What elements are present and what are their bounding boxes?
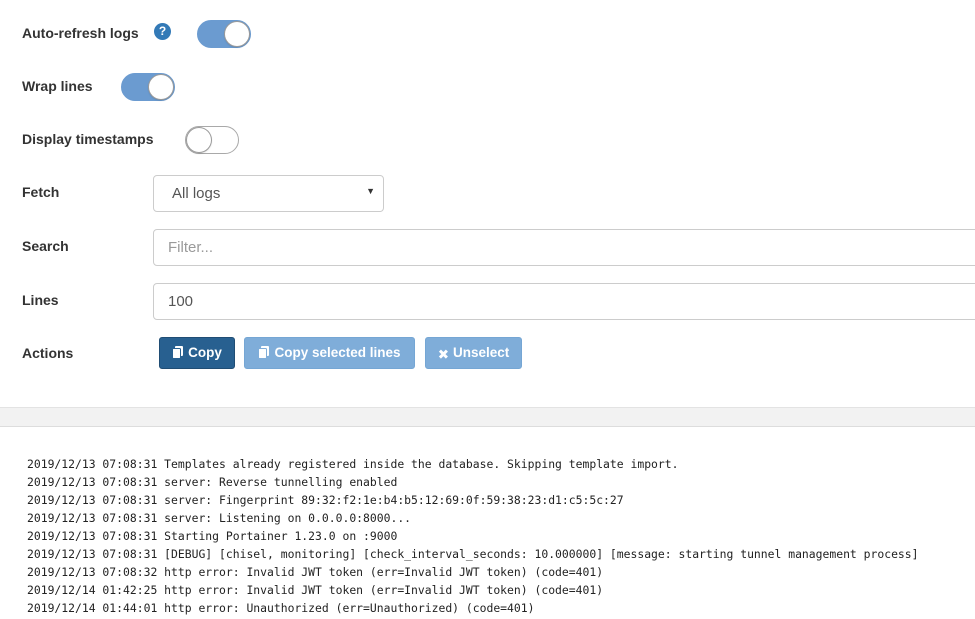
unselect-button-label: Unselect [453,345,510,360]
log-line: 2019/12/13 07:08:32 http error: Invalid … [27,565,604,579]
log-line: 2019/12/14 01:44:01 http error: Unauthor… [27,601,535,615]
copy-selected-lines-label: Copy selected lines [274,345,401,360]
search-label: Search [22,238,69,254]
copy-icon [172,346,184,362]
copy-icon [258,346,270,362]
log-settings-panel: Auto-refresh logs ? Wrap lines Display t… [0,0,975,407]
wrap-lines-label: Wrap lines [22,78,93,94]
log-line: 2019/12/13 07:08:31 server: Reverse tunn… [27,475,398,489]
auto-refresh-toggle[interactable] [197,20,251,48]
toggle-knob [149,75,173,99]
lines-value: 100 [168,293,194,310]
section-divider [0,407,975,427]
fetch-label: Fetch [22,184,60,200]
copy-button[interactable]: Copy [159,337,235,369]
copy-button-label: Copy [188,345,222,360]
close-icon: ✖ [437,347,450,362]
caret-down-icon: ▼ [366,186,375,196]
search-filter-input[interactable]: Filter... [153,229,975,266]
log-line: 2019/12/13 07:08:31 server: Listening on… [27,511,412,525]
log-line: 2019/12/13 07:08:31 Starting Portainer 1… [27,529,398,543]
log-line: 2019/12/13 07:08:31 server: Fingerprint … [27,493,624,507]
actions-label: Actions [22,345,74,361]
log-line: 2019/12/13 07:08:31 [DEBUG] [chisel, mon… [27,547,919,561]
toggle-knob [187,128,211,152]
toggle-knob [225,22,249,46]
fetch-selected-value: All logs [172,185,221,202]
wrap-lines-toggle[interactable] [121,73,175,101]
lines-input[interactable]: 100 [153,283,975,320]
log-line: 2019/12/14 01:42:25 http error: Invalid … [27,583,604,597]
log-line: 2019/12/13 07:08:31 Templates already re… [27,457,679,471]
question-circle-icon[interactable]: ? [154,23,171,40]
lines-label: Lines [22,292,59,308]
display-timestamps-label: Display timestamps [22,131,154,147]
display-timestamps-toggle[interactable] [185,126,239,154]
copy-selected-lines-button[interactable]: Copy selected lines [244,337,415,369]
log-output-panel[interactable]: 2019/12/13 07:08:31 Templates already re… [0,427,975,619]
auto-refresh-label: Auto-refresh logs [22,25,139,41]
search-placeholder: Filter... [168,239,214,256]
unselect-button[interactable]: ✖ Unselect [425,337,522,369]
fetch-select[interactable]: All logs ▼ [153,175,384,212]
